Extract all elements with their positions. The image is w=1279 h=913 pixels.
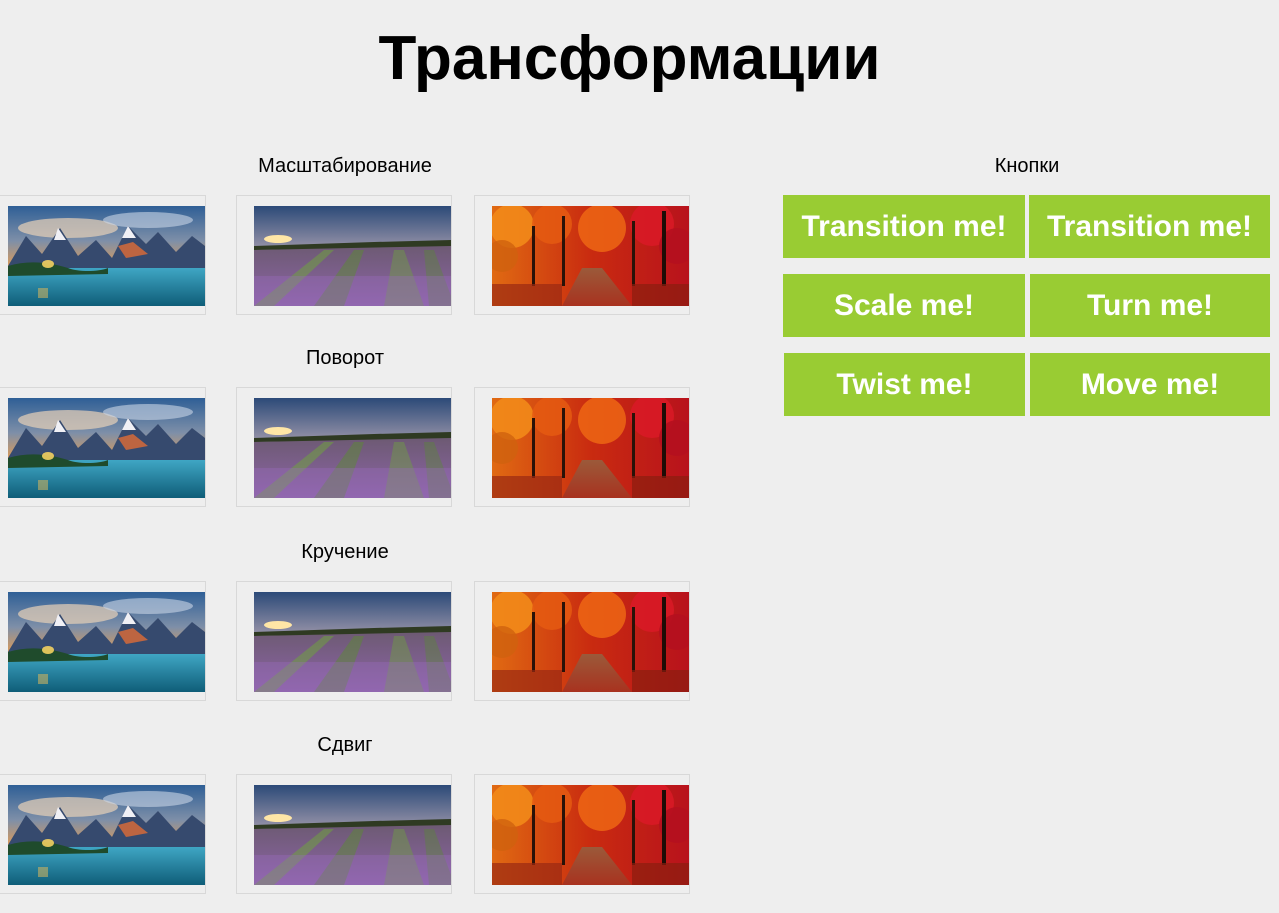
- section-rotate-images: [0, 387, 700, 509]
- transition-button-2[interactable]: Transition me!: [1029, 195, 1270, 258]
- autumn-forest-photo: [492, 398, 689, 498]
- section-shift-images: [0, 774, 700, 896]
- lavender-field-photo: [254, 785, 451, 885]
- turn-button[interactable]: Turn me!: [1030, 274, 1270, 337]
- lavender-field-image[interactable]: [236, 581, 452, 701]
- section-rotate-title: Поворот: [306, 347, 384, 369]
- mountain-lake-photo: [8, 398, 205, 498]
- autumn-forest-image[interactable]: [474, 387, 690, 507]
- section-scale-images: [0, 195, 700, 317]
- section-twist-title: Кручение: [301, 541, 389, 563]
- section-scale-title: Масштабирование: [258, 155, 432, 177]
- lavender-field-image[interactable]: [236, 774, 452, 894]
- transition-button-1[interactable]: Transition me!: [783, 195, 1025, 258]
- section-shift-title: Сдвиг: [317, 734, 373, 756]
- mountain-lake-image[interactable]: [0, 195, 206, 315]
- twist-button[interactable]: Twist me!: [784, 353, 1025, 416]
- lavender-field-image[interactable]: [236, 387, 452, 507]
- autumn-forest-image[interactable]: [474, 581, 690, 701]
- autumn-forest-photo: [492, 592, 689, 692]
- lavender-field-photo: [254, 206, 451, 306]
- lavender-field-photo: [254, 398, 451, 498]
- autumn-forest-image[interactable]: [474, 774, 690, 894]
- section-twist-images: [0, 581, 700, 703]
- mountain-lake-photo: [8, 592, 205, 692]
- mountain-lake-photo: [8, 206, 205, 306]
- autumn-forest-image[interactable]: [474, 195, 690, 315]
- autumn-forest-photo: [492, 785, 689, 885]
- autumn-forest-photo: [492, 206, 689, 306]
- buttons-panel-title: Кнопки: [994, 155, 1060, 177]
- buttons-panel: Кнопки Transition me! Transition me! Sca…: [780, 0, 1279, 913]
- lavender-field-image[interactable]: [236, 195, 452, 315]
- move-button[interactable]: Move me!: [1030, 353, 1270, 416]
- transformations-gallery: Масштабирование Поворот Кручение Сдвиг: [0, 0, 700, 913]
- mountain-lake-image[interactable]: [0, 581, 206, 701]
- lavender-field-photo: [254, 592, 451, 692]
- mountain-lake-image[interactable]: [0, 387, 206, 507]
- scale-button[interactable]: Scale me!: [783, 274, 1025, 337]
- mountain-lake-image[interactable]: [0, 774, 206, 894]
- mountain-lake-photo: [8, 785, 205, 885]
